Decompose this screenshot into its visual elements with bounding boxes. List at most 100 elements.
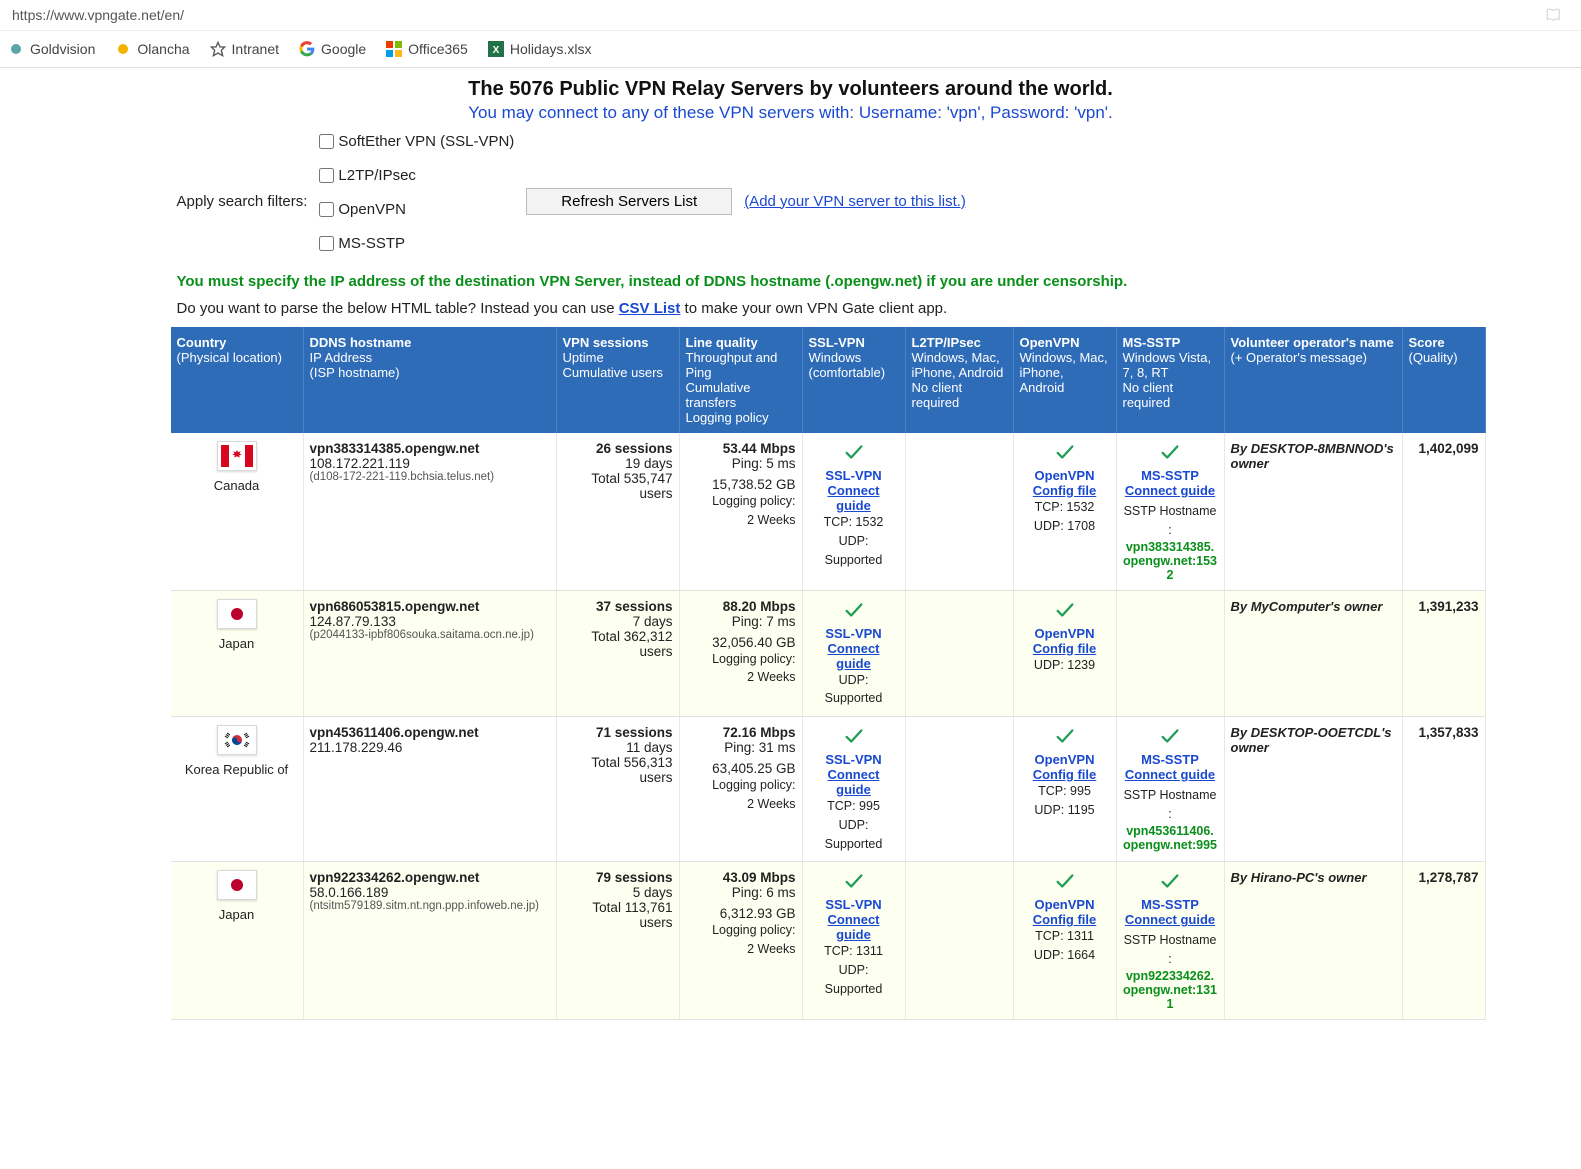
th-l2tp: L2TP/IPsecWindows, Mac,iPhone, AndroidNo… (905, 327, 1013, 433)
bookmark-item[interactable]: X Holidays.xlsx (488, 41, 592, 57)
score: 1,391,233 (1402, 590, 1485, 717)
throughput: 88.20 Mbps (686, 599, 796, 614)
filter-checkbox[interactable] (319, 202, 334, 217)
ping: Ping: 6 ms (686, 885, 796, 900)
sessions-count: 71 sessions (563, 725, 673, 740)
csv-list-link[interactable]: CSV List (619, 300, 681, 317)
ip-address: 108.172.221.119 (310, 456, 550, 471)
uptime: 11 days (563, 740, 673, 755)
sslvpn-connect-link[interactable]: Connect guide (828, 641, 880, 671)
check-icon (1123, 870, 1218, 895)
mssstp-connect-link[interactable]: Connect guide (1125, 767, 1215, 782)
check-icon (809, 725, 899, 750)
bookmark-item[interactable]: Olancha (115, 41, 189, 57)
filter-option[interactable]: MS-SSTP (319, 235, 514, 252)
logging-policy: Logging policy: (686, 650, 796, 669)
ip-address: 58.0.166.189 (310, 885, 550, 900)
openvpn-config-link[interactable]: Config file (1033, 483, 1097, 498)
uptime: 19 days (563, 456, 673, 471)
country-name: Japan (177, 907, 297, 922)
bookmarks-bar: Goldvision Olancha Intranet Google Office365… (0, 31, 1581, 67)
openvpn-config-link[interactable]: Config file (1033, 912, 1097, 927)
bookmark-label: Intranet (232, 41, 279, 57)
mssstp-connect-link[interactable]: Connect guide (1125, 912, 1215, 927)
bookmark-icon (386, 41, 402, 57)
bookmark-label: Holidays.xlsx (510, 41, 592, 57)
filter-option[interactable]: L2TP/IPsec (319, 167, 514, 184)
ddns-hostname: vpn686053815.opengw.net (310, 599, 550, 614)
ddns-hostname: vpn922334262.opengw.net (310, 870, 550, 885)
filter-option[interactable]: SoftEther VPN (SSL-VPN) (319, 133, 514, 150)
sslvpn-label: SSL-VPN (809, 626, 899, 641)
th-operator: Volunteer operator's name(+ Operator's m… (1224, 327, 1402, 433)
bookmark-item[interactable]: Office365 (386, 41, 468, 57)
transfers: 15,738.52 GB (686, 477, 796, 492)
bookmark-icon: X (488, 41, 504, 57)
ddns-hostname: vpn383314385.opengw.net (310, 441, 550, 456)
th-country: Country(Physical location) (171, 327, 304, 433)
score: 1,402,099 (1402, 433, 1485, 590)
svg-text:X: X (493, 45, 500, 56)
logging-policy: Logging policy: (686, 492, 796, 511)
mssstp-connect-link[interactable]: Connect guide (1125, 483, 1215, 498)
ddns-hostname: vpn453611406.opengw.net (310, 725, 550, 740)
bookmark-item[interactable]: Google (299, 41, 366, 57)
mssstp-label: MS-SSTP (1123, 752, 1218, 767)
parse-note: Do you want to parse the below HTML tabl… (177, 300, 1411, 317)
url-input[interactable] (10, 6, 1545, 24)
operator-name: By DESKTOP-8MBNNOD's owner (1231, 441, 1394, 471)
filter-checkbox[interactable] (319, 134, 334, 149)
reading-view-icon[interactable] (1545, 6, 1563, 24)
filter-checkbox[interactable] (319, 236, 334, 251)
add-server-link[interactable]: (Add your VPN server to this list.) (744, 193, 966, 210)
check-icon (1020, 441, 1110, 466)
country-name: Canada (177, 478, 297, 493)
ip-address: 211.178.229.46 (310, 740, 550, 755)
openvpn-config-link[interactable]: Config file (1033, 641, 1097, 656)
sstp-hostname: vpn922334262.opengw.net:1311 (1123, 969, 1218, 1011)
check-icon (1020, 599, 1110, 624)
openvpn-config-link[interactable]: Config file (1033, 767, 1097, 782)
country-name: Japan (177, 636, 297, 651)
page-title: The 5076 Public VPN Relay Servers by vol… (171, 78, 1411, 101)
sstp-hostname: vpn383314385.opengw.net:1532 (1123, 540, 1218, 582)
th-sstp: MS-SSTPWindows Vista,7, 8, RTNo client r… (1116, 327, 1224, 433)
score: 1,278,787 (1402, 862, 1485, 1020)
ping: Ping: 5 ms (686, 456, 796, 471)
check-icon (809, 870, 899, 895)
servers-table: Country(Physical location) DDNS hostname… (171, 327, 1486, 1020)
filter-option[interactable]: OpenVPN (319, 201, 514, 218)
ip-address: 124.87.79.133 (310, 614, 550, 629)
filter-checkbox[interactable] (319, 168, 334, 183)
flag-icon (217, 870, 257, 900)
table-row: Japan vpn686053815.opengw.net124.87.79.13… (171, 590, 1486, 717)
bookmark-item[interactable]: Goldvision (8, 41, 95, 57)
logging-policy: Logging policy: (686, 776, 796, 795)
openvpn-label: OpenVPN (1020, 468, 1110, 483)
sslvpn-label: SSL-VPN (809, 468, 899, 483)
openvpn-label: OpenVPN (1020, 752, 1110, 767)
bookmark-icon (115, 41, 131, 57)
ping: Ping: 31 ms (686, 740, 796, 755)
sessions-count: 26 sessions (563, 441, 673, 456)
sslvpn-connect-link[interactable]: Connect guide (828, 912, 880, 942)
sslvpn-connect-link[interactable]: Connect guide (828, 767, 880, 797)
sslvpn-connect-link[interactable]: Connect guide (828, 483, 880, 513)
check-icon (1020, 870, 1110, 895)
uptime: 5 days (563, 885, 673, 900)
th-sessions: VPN sessionsUptimeCumulative users (556, 327, 679, 433)
refresh-button[interactable]: Refresh Servers List (526, 188, 732, 215)
ping: Ping: 7 ms (686, 614, 796, 629)
browser-chrome: Goldvision Olancha Intranet Google Office365… (0, 0, 1581, 68)
sstp-hostname: vpn453611406.opengw.net:995 (1123, 824, 1218, 852)
operator-name: By MyComputer's owner (1231, 599, 1383, 614)
mssstp-label: MS-SSTP (1123, 468, 1218, 483)
table-row: Canada vpn383314385.opengw.net108.172.221… (171, 433, 1486, 590)
sessions-count: 37 sessions (563, 599, 673, 614)
bookmark-icon (8, 41, 24, 57)
check-icon (809, 441, 899, 466)
sessions-count: 79 sessions (563, 870, 673, 885)
cumulative-users: Total 113,761 users (563, 900, 673, 930)
bookmark-item[interactable]: Intranet (210, 41, 279, 57)
bookmark-icon (210, 41, 226, 57)
